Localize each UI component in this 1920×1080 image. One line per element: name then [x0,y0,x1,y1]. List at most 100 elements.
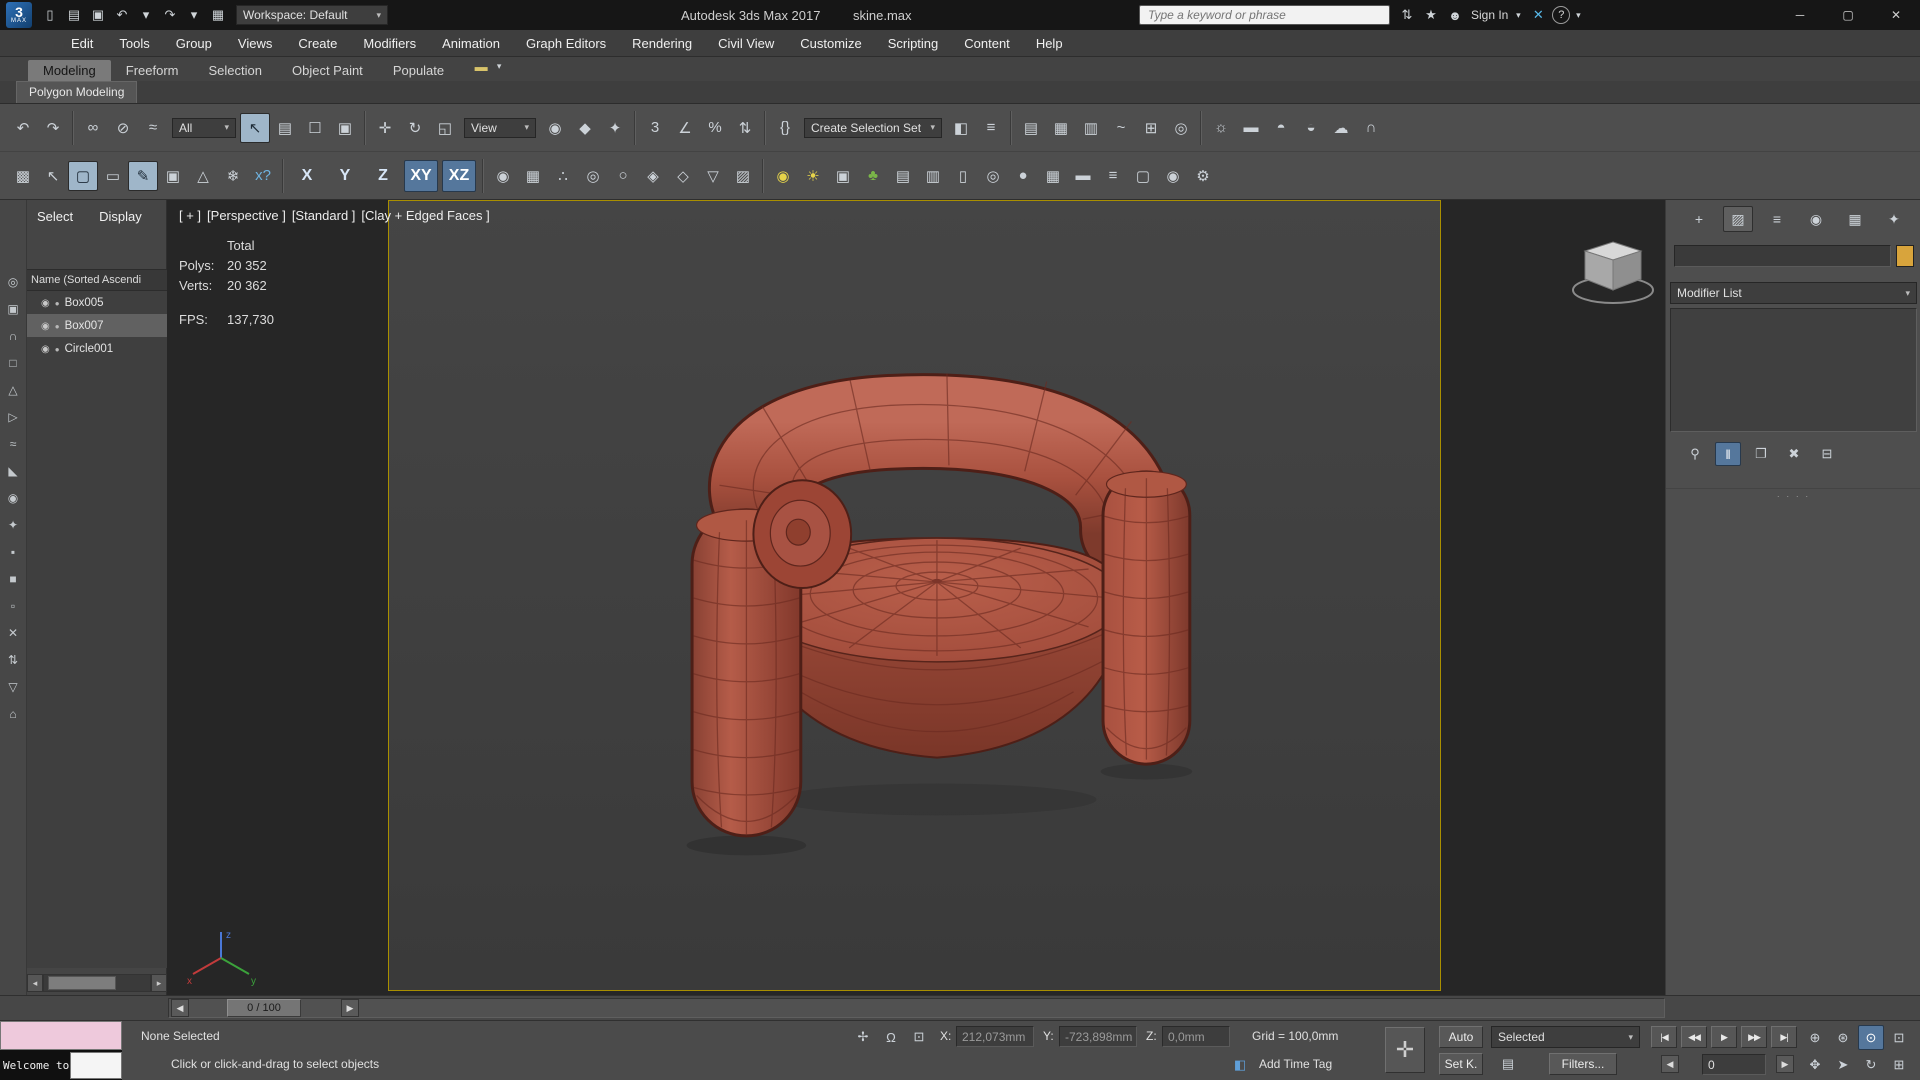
scroll-left-button[interactable]: ◂ [27,974,43,992]
create-tab-icon[interactable]: + [1684,206,1714,232]
display-lights-icon[interactable]: △ [2,376,24,403]
toggle-layer-explorer-icon[interactable]: ▤ [1016,113,1046,143]
clapperboard-icon[interactable]: ▬ [1068,161,1098,191]
add-time-tag[interactable]: Add Time Tag [1259,1057,1332,1071]
search-input[interactable] [1139,5,1390,25]
loop-select-icon[interactable]: ◎ [578,161,608,191]
swift-loop-icon[interactable]: ↖ [38,161,68,191]
maximize-button[interactable]: ▢ [1824,0,1872,30]
constraint-y-button[interactable]: Y [328,160,362,192]
display-hidden-icon[interactable]: ✕ [2,619,24,646]
pan-icon[interactable]: ✥ [1802,1052,1828,1077]
shrink-selection-icon[interactable]: ◇ [668,161,698,191]
monitor-icon[interactable]: ▢ [1128,161,1158,191]
rendered-frame-window-icon[interactable]: ▬ [1236,113,1266,143]
remove-modifier-icon[interactable]: ✖ [1781,442,1807,466]
modifier-stack[interactable] [1670,308,1917,432]
time-slider-track[interactable] [168,998,1665,1018]
display-geometry-icon[interactable]: ∩ [2,322,24,349]
grid-align-icon[interactable]: ▦ [518,161,548,191]
menu-rendering[interactable]: Rendering [619,30,705,57]
selection-filter-dropdown[interactable]: All ▾ [172,117,236,138]
menu-group[interactable]: Group [163,30,225,57]
object-color-swatch[interactable] [1896,245,1914,267]
select-object-icon[interactable]: ↖ [240,112,270,143]
menu-scripting[interactable]: Scripting [875,30,952,57]
y-coordinate-field[interactable]: -723,898mm [1059,1026,1137,1047]
key-filter-dropdown[interactable]: Selected ▾ [1491,1026,1640,1048]
sphere-icon[interactable]: ● [1008,161,1038,191]
torus-icon[interactable]: ◎ [978,161,1008,191]
material-editor-icon[interactable]: ◎ [1166,113,1196,143]
explorer-sort-icon[interactable]: ⇅ [2,646,24,673]
text-tool-icon[interactable]: ▤ [888,161,918,191]
display-bones-icon[interactable]: ■ [2,565,24,592]
explorer-menu-select[interactable]: Select [37,209,73,224]
soft-selection-icon[interactable]: ◉ [488,161,518,191]
eye-icon[interactable]: ◉ [1158,161,1188,191]
scrollbar-thumb[interactable] [48,976,116,990]
toggle-scene-explorer-icon[interactable]: ▥ [1076,113,1106,143]
snaps-toggle-icon[interactable]: 3 [640,113,670,143]
previous-frame-icon[interactable]: ◀◀ [1681,1026,1707,1048]
hierarchy-tab-icon[interactable]: ≡ [1762,206,1792,232]
menu-graph-editors[interactable]: Graph Editors [513,30,619,57]
align-icon[interactable]: ≡ [976,113,1006,143]
sync-icon[interactable]: ⇅ [1395,3,1419,27]
dot-loop-icon[interactable]: ∴ [548,161,578,191]
pin-stack-icon[interactable]: ⚲ [1682,442,1708,466]
constraint-x-button[interactable]: X [290,160,324,192]
menu-content[interactable]: Content [951,30,1023,57]
user-icon[interactable]: ☻ [1443,3,1467,27]
maxscript-input[interactable] [70,1052,122,1079]
visibility-eye-icon[interactable] [41,297,50,309]
mirror-icon[interactable]: ◧ [946,113,976,143]
edit-named-selection-sets-icon[interactable]: {} [770,113,800,143]
time-slider-thumb[interactable]: 0 / 100 [227,999,301,1017]
menu-animation[interactable]: Animation [429,30,513,57]
previous-frame-button[interactable]: ◀ [171,999,189,1017]
close-button[interactable]: ✕ [1872,0,1920,30]
current-frame-field[interactable] [1702,1054,1766,1075]
open-a360-icon[interactable]: ∩ [1356,113,1386,143]
layer-stack-icon[interactable]: ≡ [1098,161,1128,191]
open-file-icon[interactable]: ▤ [62,3,86,27]
freeze-selection-icon[interactable]: ❄ [218,161,248,191]
viewport-menu-standard[interactable]: [Standard ] [292,208,356,223]
undo-dropdown-icon[interactable]: ▾ [134,3,158,27]
percent-snap-icon[interactable]: % [700,113,730,143]
key-filters-icon[interactable]: ▤ [1494,1053,1522,1075]
set-key-mode-button[interactable]: Set K. [1439,1053,1483,1075]
foliage-icon[interactable]: ♣ [858,161,888,191]
redo-dropdown-icon[interactable]: ▾ [182,3,206,27]
select-by-name-icon[interactable]: ▤ [270,113,300,143]
render-iterative-icon[interactable]: ◒ [1296,113,1326,143]
modify-tab-icon[interactable]: ▨ [1723,206,1753,232]
select-region-mode-icon[interactable]: ▢ [68,160,98,191]
next-frame-button[interactable]: ▶ [341,999,359,1017]
menu-modifiers[interactable]: Modifiers [350,30,429,57]
object-name-field[interactable] [1674,245,1891,267]
favorites-icon[interactable]: ★ [1419,3,1443,27]
polygon-modeling-panel-button[interactable]: Polygon Modeling [16,81,138,103]
angle-snap-icon[interactable]: ∠ [670,113,700,143]
named-selection-set-dropdown[interactable]: Create Selection Set ▾ [804,117,942,138]
keyboard-shortcut-override-icon[interactable]: ✦ [600,113,630,143]
maximize-viewport-toggle-icon[interactable]: ⊞ [1886,1052,1912,1077]
a360-x-icon[interactable]: ✕ [1526,3,1550,27]
save-file-icon[interactable]: ▣ [86,3,110,27]
auto-key-button[interactable]: Auto [1439,1026,1483,1048]
scene-object-box007[interactable]: Box007 [27,314,167,337]
gear-icon[interactable]: ⚙ [1188,161,1218,191]
selection-lock-icon[interactable]: Ω [877,1026,905,1048]
redo-icon[interactable]: ↷ [158,3,182,27]
rectangular-selection-region-icon[interactable]: ☐ [300,113,330,143]
chair-model[interactable] [389,201,1440,990]
name-column-header[interactable]: Name (Sorted Ascendi [27,269,167,291]
next-frame-icon[interactable]: ▶▶ [1741,1026,1767,1048]
camera-icon[interactable]: ▣ [828,161,858,191]
utilities-tab-icon[interactable]: ✦ [1879,206,1909,232]
explorer-folder-icon[interactable]: ⌂ [2,700,24,727]
bind-to-spacewarp-icon[interactable]: ≈ [138,113,168,143]
paint-deform-icon[interactable]: ✎ [128,160,158,191]
